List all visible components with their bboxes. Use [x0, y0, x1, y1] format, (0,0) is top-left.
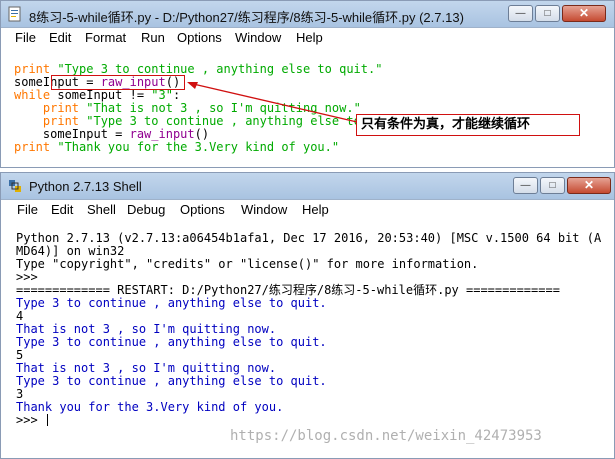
python-file-icon	[8, 6, 21, 22]
editor-window: 8练习-5-while循环.py - D:/Python27/练习程序/8练习-…	[0, 0, 615, 168]
menu-file[interactable]: File	[15, 30, 36, 45]
menu-run[interactable]: Run	[141, 30, 165, 45]
editor-menubar: File Edit Format Run Options Window Help	[1, 28, 614, 47]
maximize-button[interactable]: □	[540, 177, 565, 194]
annotation-arrow	[187, 82, 358, 123]
menu-format[interactable]: Format	[85, 30, 126, 45]
minimize-button[interactable]: —	[508, 5, 533, 22]
menu-window[interactable]: Window	[241, 202, 287, 217]
shell-window: Python 2.7.13 Shell — □ ✕ File Edit Shel…	[0, 172, 615, 459]
shell-titlebar[interactable]: Python 2.7.13 Shell — □ ✕	[1, 173, 614, 200]
shell-prompt-line[interactable]: >>>	[16, 414, 601, 427]
watermark: https://blog.csdn.net/weixin_42473953	[230, 428, 542, 444]
condition-highlight-box	[51, 75, 185, 90]
menu-help[interactable]: Help	[296, 30, 323, 45]
maximize-button[interactable]: □	[535, 5, 560, 22]
shell-output: Type 3 to continue , anything else to qu…	[16, 374, 327, 388]
shell-output: Type 3 to continue , anything else to qu…	[16, 335, 327, 349]
close-button[interactable]: ✕	[567, 177, 611, 194]
shell-prompt: >>>	[16, 413, 45, 427]
editor-title: 8练习-5-while循环.py - D:/Python27/练习程序/8练习-…	[29, 10, 464, 25]
menu-window[interactable]: Window	[235, 30, 281, 45]
python-shell-icon	[9, 180, 21, 192]
shell-output: Thank you for the 3.Very kind of you.	[16, 400, 284, 414]
menu-shell[interactable]: Shell	[87, 202, 116, 217]
shell-output: Type 3 to continue , anything else to qu…	[16, 296, 327, 310]
code-line: print "Thank you for the 3.Very kind of …	[14, 140, 340, 154]
minimize-button[interactable]: —	[513, 177, 538, 194]
menu-options[interactable]: Options	[180, 202, 225, 217]
text-cursor	[46, 414, 48, 426]
editor-titlebar[interactable]: 8练习-5-while循环.py - D:/Python27/练习程序/8练习-…	[1, 1, 614, 28]
shell-line: Type "copyright", "credits" or "license(…	[16, 257, 479, 271]
menu-debug[interactable]: Debug	[127, 202, 165, 217]
menu-file[interactable]: File	[17, 202, 38, 217]
menu-help[interactable]: Help	[302, 202, 329, 217]
annotation-callout: 只有条件为真，才能继续循环	[356, 114, 580, 136]
menu-edit[interactable]: Edit	[49, 30, 71, 45]
close-button[interactable]: ✕	[562, 5, 606, 22]
menu-options[interactable]: Options	[177, 30, 222, 45]
shell-menubar: File Edit Shell Debug Options Window Hel…	[1, 200, 614, 219]
menu-edit[interactable]: Edit	[51, 202, 73, 217]
shell-output-area[interactable]: Python 2.7.13 (v2.7.13:a06454b1afa1, Dec…	[16, 219, 601, 427]
shell-title: Python 2.7.13 Shell	[29, 179, 142, 194]
